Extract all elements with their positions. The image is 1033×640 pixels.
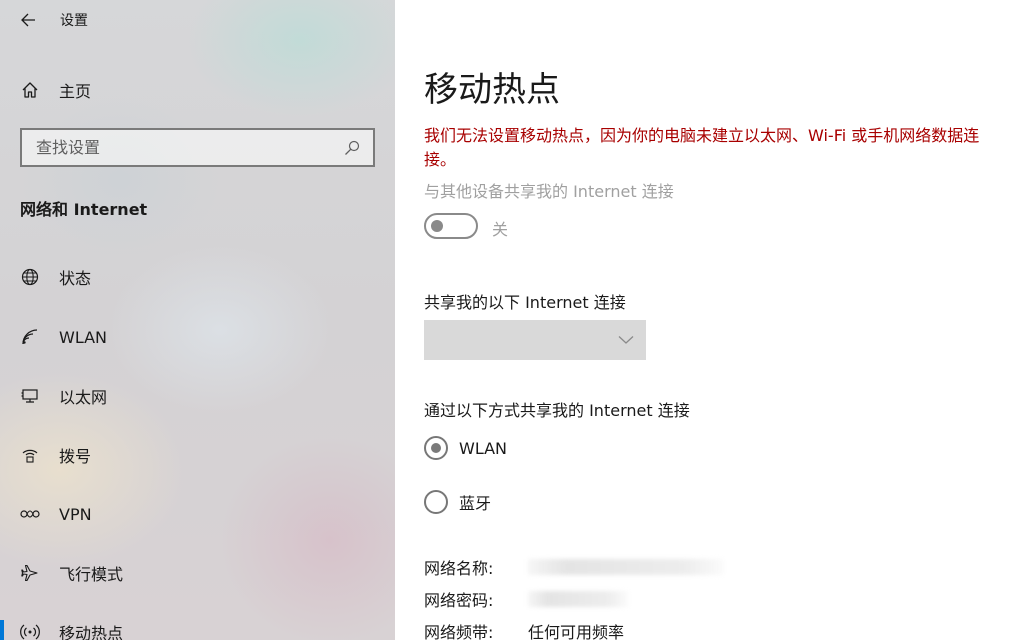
dialup-icon [20, 445, 40, 465]
property-key: 网络密码: [424, 591, 494, 610]
radio-label: 蓝牙 [459, 494, 492, 513]
title-bar: 设置 [0, 0, 395, 40]
sidebar-item-status[interactable]: 状态 [0, 257, 395, 297]
share-method-label: 通过以下方式共享我的 Internet 连接 [424, 401, 690, 420]
share-internet-label: 与其他设备共享我的 Internet 连接 [424, 182, 674, 201]
toggle-state-label: 关 [492, 220, 509, 239]
airplane-icon [20, 563, 40, 583]
section-title: 网络和 Internet [20, 200, 148, 219]
ethernet-icon [20, 386, 40, 406]
sidebar-item-dialup[interactable]: 拨号 [0, 435, 395, 475]
sidebar-item-label: 以太网 [59, 388, 108, 407]
sidebar-item-label: 主页 [59, 82, 92, 101]
hotspot-icon [20, 622, 40, 640]
sidebar-item-home[interactable]: 主页 [0, 70, 395, 110]
search-box[interactable] [20, 128, 375, 167]
search-icon[interactable] [343, 139, 361, 157]
settings-window: 设置 主页 网络和 Internet [0, 0, 1033, 640]
back-arrow-icon [21, 13, 35, 27]
radio-option-wlan[interactable]: WLAN [424, 436, 507, 460]
sidebar-item-label: 状态 [59, 269, 92, 288]
sidebar-item-label: 飞行模式 [59, 565, 124, 584]
wifi-icon [20, 327, 40, 347]
property-value: 任何可用频率 [528, 623, 625, 640]
page-title: 移动热点 [424, 70, 560, 110]
sidebar-item-wlan[interactable]: WLAN [0, 317, 395, 357]
main-content: 移动热点 我们无法设置移动热点，因为你的电脑未建立以太网、Wi-Fi 或手机网络… [395, 0, 1033, 640]
app-title: 设置 [60, 13, 88, 29]
sidebar: 设置 主页 网络和 Internet [0, 0, 395, 640]
radio-label: WLAN [459, 438, 508, 458]
toggle-knob [431, 220, 443, 232]
sidebar-item-ethernet[interactable]: 以太网 [0, 376, 395, 416]
home-icon [20, 80, 40, 100]
connection-dropdown[interactable] [424, 320, 646, 360]
globe-icon [20, 267, 40, 287]
radio-button-wlan[interactable] [424, 436, 448, 460]
sidebar-item-label: 移动热点 [59, 624, 124, 640]
vpn-icon [20, 504, 40, 524]
error-message: 我们无法设置移动热点，因为你的电脑未建立以太网、Wi-Fi 或手机网络数据连接。 [424, 126, 980, 169]
sidebar-item-vpn[interactable]: VPN [0, 494, 395, 534]
property-key: 网络频带: [424, 623, 494, 640]
back-button[interactable] [0, 0, 56, 40]
radio-button-bluetooth[interactable] [424, 490, 448, 514]
sidebar-item-airplane-mode[interactable]: 飞行模式 [0, 553, 395, 593]
property-key: 网络名称: [424, 559, 494, 578]
search-input[interactable] [36, 138, 343, 157]
sidebar-item-mobile-hotspot[interactable]: 移动热点 [0, 612, 395, 640]
property-network-band: 网络频带: 任何可用频率 [424, 619, 624, 640]
property-network-name: 网络名称: [424, 555, 724, 579]
share-connection-label: 共享我的以下 Internet 连接 [424, 293, 626, 312]
chevron-down-icon [618, 336, 634, 344]
sidebar-item-label: VPN [59, 504, 92, 524]
hotspot-toggle[interactable] [424, 213, 478, 239]
property-network-password: 网络密码: [424, 587, 628, 611]
redacted-network-name [528, 559, 724, 575]
radio-option-bluetooth[interactable]: 蓝牙 [424, 490, 491, 514]
redacted-network-password [528, 591, 628, 607]
sidebar-item-label: WLAN [59, 327, 108, 347]
sidebar-item-label: 拨号 [59, 447, 92, 466]
